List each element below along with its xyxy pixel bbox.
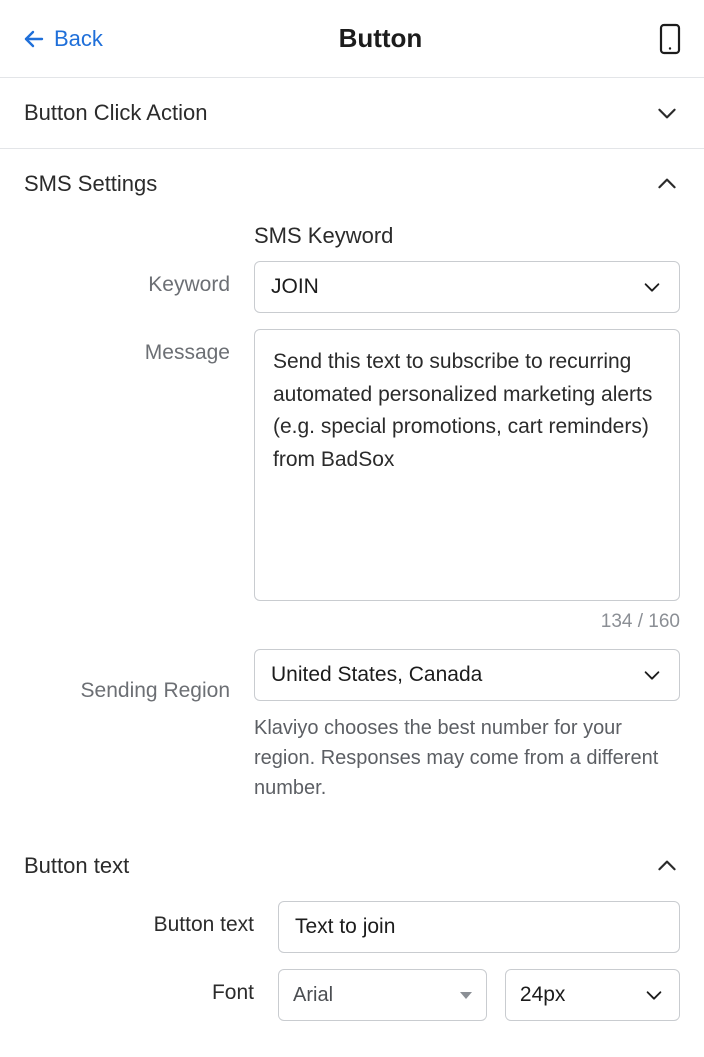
region-select[interactable]: United States, Canada bbox=[254, 649, 680, 701]
message-textarea[interactable]: Send this text to subscribe to recurring… bbox=[254, 329, 680, 601]
region-helper-text: Klaviyo chooses the best number for your… bbox=[254, 713, 680, 803]
section-sms-settings-header[interactable]: SMS Settings bbox=[0, 149, 704, 219]
keyword-value: JOIN bbox=[271, 275, 319, 299]
font-row: Font Arial 24px bbox=[24, 969, 680, 1021]
chevron-down-icon bbox=[641, 664, 663, 686]
chevron-up-icon bbox=[654, 853, 680, 879]
chevron-down-icon bbox=[641, 276, 663, 298]
chevron-up-icon bbox=[654, 171, 680, 197]
keyword-select[interactable]: JOIN bbox=[254, 261, 680, 313]
message-char-count: 134 / 160 bbox=[254, 611, 680, 633]
button-text-input[interactable]: Text to join bbox=[278, 901, 680, 953]
font-size-value: 24px bbox=[520, 983, 566, 1007]
font-family-value: Arial bbox=[293, 984, 333, 1007]
sms-keyword-subhead: SMS Keyword bbox=[254, 223, 680, 249]
chevron-down-icon bbox=[654, 100, 680, 126]
chevron-down-icon bbox=[643, 984, 665, 1006]
button-text-value: Text to join bbox=[295, 915, 395, 939]
region-row: Sending Region United States, Canada Kla… bbox=[24, 649, 680, 803]
section-sms-settings-title: SMS Settings bbox=[24, 171, 157, 197]
arrow-left-icon bbox=[22, 27, 46, 51]
section-click-action-title: Button Click Action bbox=[24, 100, 207, 126]
font-label: Font bbox=[24, 969, 254, 1005]
section-sms-settings-body: SMS Keyword Keyword JOIN Message Send th… bbox=[0, 223, 704, 839]
message-row: Message Send this text to subscribe to r… bbox=[24, 329, 680, 633]
section-click-action-header[interactable]: Button Click Action bbox=[0, 78, 704, 149]
message-label: Message bbox=[24, 329, 230, 365]
back-button[interactable]: Back bbox=[22, 26, 103, 52]
back-label: Back bbox=[54, 26, 103, 52]
mobile-preview-button[interactable] bbox=[658, 23, 682, 55]
button-text-row: Button text Text to join bbox=[24, 901, 680, 953]
font-size-select[interactable]: 24px bbox=[505, 969, 680, 1021]
section-button-text-body: Button text Text to join Font Arial 24px bbox=[0, 901, 704, 1057]
keyword-row: Keyword JOIN bbox=[24, 261, 680, 313]
keyword-label: Keyword bbox=[24, 261, 230, 297]
caret-down-icon bbox=[460, 992, 472, 999]
top-bar: Back Button bbox=[0, 0, 704, 78]
region-value: United States, Canada bbox=[271, 663, 482, 687]
section-button-text-header[interactable]: Button text bbox=[0, 839, 704, 901]
section-button-text-title: Button text bbox=[24, 853, 129, 879]
font-family-select[interactable]: Arial bbox=[278, 969, 487, 1021]
page-title: Button bbox=[339, 23, 423, 54]
region-label: Sending Region bbox=[24, 649, 230, 703]
